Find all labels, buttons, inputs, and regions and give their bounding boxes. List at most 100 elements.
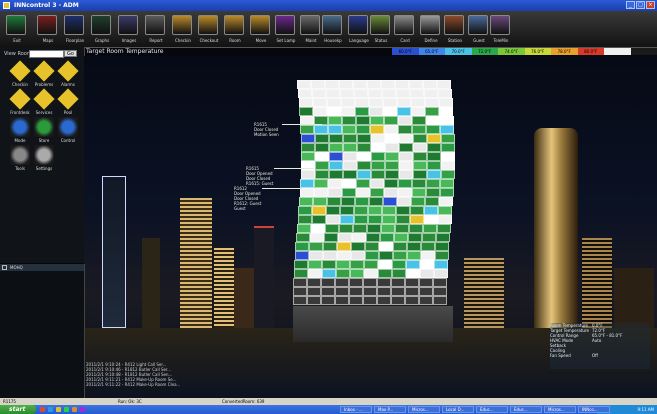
room-cell[interactable] [323,233,338,242]
room-cell[interactable] [300,134,315,143]
room-cell[interactable] [307,269,322,278]
room-cell[interactable] [368,98,383,107]
room-cell[interactable] [355,116,370,125]
room-cell[interactable] [438,206,453,215]
room-cell[interactable] [311,215,326,224]
room-cell[interactable] [356,152,371,161]
room-cell[interactable] [370,170,385,179]
go-button[interactable]: Go [64,50,77,57]
room-cell[interactable] [426,125,441,134]
view-room-input[interactable] [29,50,64,58]
room-cell[interactable] [439,188,454,197]
toolbar-graphs-button[interactable]: Graphs [89,14,115,45]
room-cell[interactable] [340,206,355,215]
room-cell[interactable] [409,80,423,89]
toolbar-exit-button[interactable]: Exit [4,14,30,45]
room-cell[interactable] [398,143,413,152]
toolbar-maps-button[interactable]: Maps [35,14,61,45]
room-cell[interactable] [314,170,329,179]
taskbar-task[interactable]: INNco... [578,406,610,413]
taskbar-task[interactable]: Micros... [544,406,576,413]
room-cell[interactable] [353,89,368,98]
room-cell[interactable] [412,152,427,161]
toolbar-move-button[interactable]: Move [248,14,274,45]
taskbar-task[interactable]: Educ... [510,406,542,413]
room-cell[interactable] [321,287,336,296]
room-cell[interactable] [293,287,308,296]
room-cell[interactable] [377,260,392,269]
room-cell[interactable] [377,269,392,278]
room-cell[interactable] [293,269,308,278]
room-cell[interactable] [379,233,394,242]
room-cell[interactable] [356,179,371,188]
room-cell[interactable] [349,260,364,269]
room-cell[interactable] [300,170,315,179]
room-cell[interactable] [340,98,355,107]
room-cell[interactable] [391,287,406,296]
room-cell[interactable] [341,188,356,197]
toolbar-define-button[interactable]: Define [418,14,444,45]
checkin-icon[interactable] [9,60,31,82]
room-cell[interactable] [300,152,315,161]
room-cell[interactable] [300,125,315,134]
room-cell[interactable] [411,116,426,125]
room-cell[interactable] [380,224,395,233]
room-cell[interactable] [440,143,455,152]
room-cell[interactable] [349,269,364,278]
room-cell[interactable] [342,152,357,161]
room-cell[interactable] [405,269,420,278]
room-cell[interactable] [398,170,413,179]
close-button[interactable]: × [646,1,655,9]
room-cell[interactable] [354,98,369,107]
room-cell[interactable] [312,206,327,215]
room-cell[interactable] [370,143,385,152]
room-cell[interactable] [370,161,385,170]
room-cell[interactable] [356,170,371,179]
room-cell[interactable] [349,296,363,305]
room-cell[interactable] [434,251,449,260]
room-cell[interactable] [309,242,324,251]
room-cell[interactable] [369,116,384,125]
toolbar-set-lamp-button[interactable]: Set Lamp [273,14,299,45]
toolbar-telemin-button[interactable]: TeleMin [488,14,514,45]
room-cell[interactable] [397,107,412,116]
room-cell[interactable] [293,278,308,287]
mode-icon[interactable] [10,117,30,137]
room-cell[interactable] [328,125,343,134]
room-cell[interactable] [335,287,350,296]
room-cell[interactable] [327,107,342,116]
room-cell[interactable] [436,224,451,233]
toolbar-station-button[interactable]: Station [442,14,468,45]
room-cell[interactable] [398,134,413,143]
room-cell[interactable] [384,143,399,152]
room-cell[interactable] [342,179,357,188]
room-cell[interactable] [307,278,322,287]
room-cell[interactable] [394,224,409,233]
room-cell[interactable] [411,107,426,116]
quick-launch-icon[interactable] [56,407,61,412]
room-cell[interactable] [440,152,455,161]
room-cell[interactable] [377,278,392,287]
room-cell[interactable] [410,206,425,215]
settings-icon[interactable] [34,145,54,165]
room-cell[interactable] [419,260,434,269]
room-cell[interactable] [440,125,455,134]
room-cell[interactable] [426,152,441,161]
room-cell[interactable] [395,89,410,98]
alarms-icon[interactable] [57,60,79,82]
room-cell[interactable] [370,125,385,134]
room-cell[interactable] [438,98,453,107]
room-cell[interactable] [335,296,349,305]
minimize-button[interactable]: _ [626,1,635,9]
room-cell[interactable] [439,107,454,116]
room-cell[interactable] [369,188,384,197]
room-cell[interactable] [297,80,311,89]
room-cell[interactable] [299,197,314,206]
room-cell[interactable] [396,206,411,215]
room-cell[interactable] [412,170,427,179]
room-cell[interactable] [419,278,434,287]
room-cell[interactable] [439,116,454,125]
room-cell[interactable] [363,260,378,269]
quick-launch-icon[interactable] [48,407,53,412]
room-cell[interactable] [419,269,434,278]
